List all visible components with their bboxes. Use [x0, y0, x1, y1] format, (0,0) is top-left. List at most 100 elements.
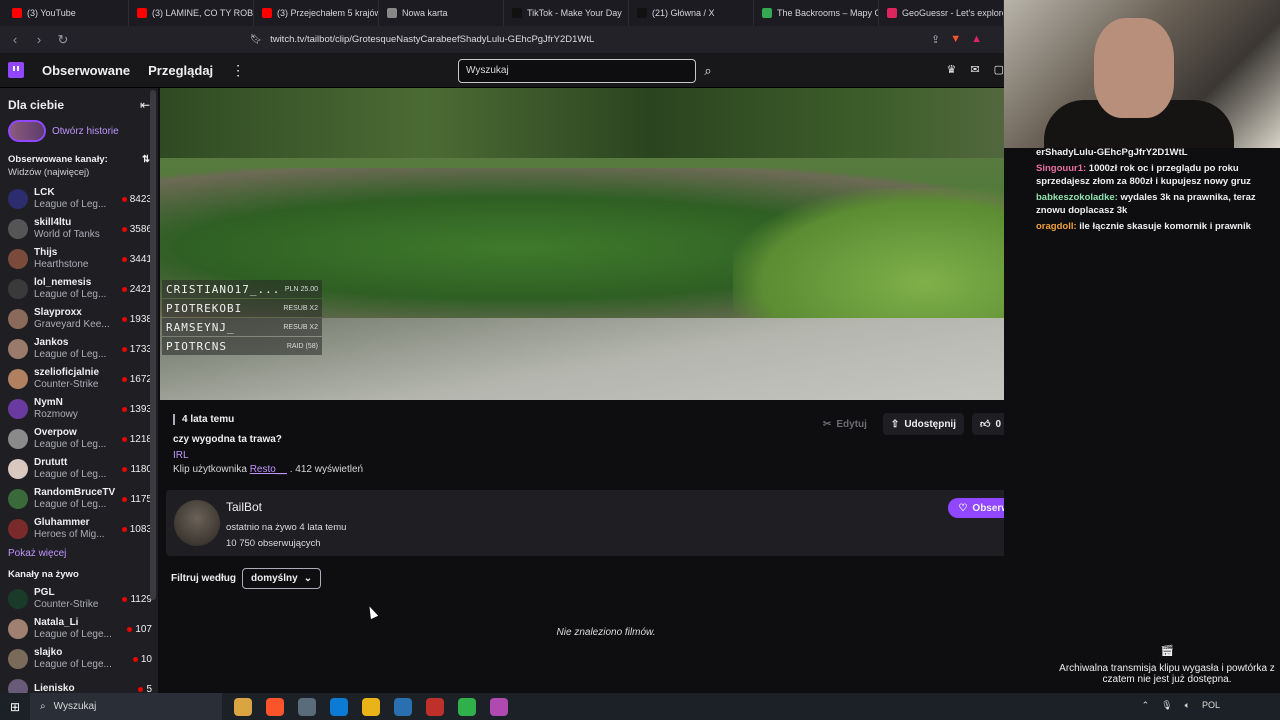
bookmark-icon[interactable]: 🔖︎	[250, 34, 262, 45]
sidebar-channel-lck[interactable]: LCK League of Leg... 8423	[0, 184, 158, 214]
url-field[interactable]: 🔖︎ twitch.tv/tailbot/clip/GrotesqueNasty…	[250, 34, 921, 45]
sidebar-channel-slajko[interactable]: slajko League of Lege... 10	[0, 644, 158, 674]
browser-tab[interactable]: GeoGuessr - Let's explore	[881, 0, 1004, 26]
archive-text: Archiwalna transmisja klipu wygasła i po…	[1059, 663, 1275, 685]
inbox-icon[interactable]: ✉	[970, 63, 979, 76]
viewer-count: 10	[140, 653, 152, 665]
collapse-sidebar-icon[interactable]: ⇤	[140, 98, 150, 112]
tab-favicon-icon	[637, 8, 647, 18]
whispers-icon[interactable]: ▢	[994, 63, 1004, 76]
live-dot-icon	[122, 496, 128, 502]
sidebar-channel-overpow[interactable]: Overpow League of Leg... 1218	[0, 424, 158, 454]
tab-label: (3) LAMINE, CO TY ROBISZ	[152, 8, 254, 18]
taskbar-app-icon[interactable]	[426, 697, 444, 716]
volume-icon[interactable]: 🔈︎	[1185, 700, 1190, 711]
sidebar-channel-randombrucetv[interactable]: RandomBruceTV League of Leg... 1175	[0, 484, 158, 514]
browser-tab[interactable]: (3) Przejechałem 5 krajów	[256, 0, 379, 26]
share-page-icon[interactable]: ⇪	[931, 33, 940, 46]
viewer-count: 2421	[129, 283, 152, 295]
clip-category-link[interactable]: IRL	[173, 450, 363, 461]
rewards-icon[interactable]: ▲	[971, 33, 982, 46]
browser-tab[interactable]: (21) Główna / X	[631, 0, 754, 26]
sidebar-channel-jankos[interactable]: Jankos League of Leg... 1733	[0, 334, 158, 364]
channel-avatar[interactable]	[174, 500, 220, 546]
brave-shield-icon[interactable]: ▼	[950, 33, 961, 46]
sort-icon[interactable]: ⇅	[142, 154, 150, 165]
prime-crown-icon[interactable]: ♛	[947, 63, 957, 76]
search-icon: ⌕	[40, 701, 46, 712]
chat-message: Singouur1: 1000zł rok oc i przeglądu po …	[1036, 162, 1280, 188]
live-dot-icon	[121, 286, 127, 292]
browser-tab[interactable]: The Backrooms – Mapy G	[756, 0, 879, 26]
taskbar-apps	[234, 697, 508, 716]
sidebar-channel-szelioficjalnie[interactable]: szelioficjalnie Counter-Strike 1672	[0, 364, 158, 394]
alert-tag: PLN 25.00	[284, 285, 318, 293]
chat-username[interactable]: Singouur1:	[1036, 163, 1086, 174]
share-button[interactable]: ⇧ Udostępnij	[882, 413, 964, 435]
webcam-overlay	[1004, 0, 1280, 148]
channel-name[interactable]: TailBot	[226, 500, 262, 514]
forward-icon[interactable]: ›	[32, 32, 46, 47]
taskbar-app-icon[interactable]	[490, 697, 508, 716]
show-more-link[interactable]: Pokaż więcej	[0, 544, 158, 567]
edit-button[interactable]: ✂ Edytuj	[815, 413, 875, 435]
browser-tab[interactable]: Nowa karta	[381, 0, 504, 26]
taskbar-search[interactable]: ⌕ Wyszukaj	[30, 693, 222, 720]
language-indicator[interactable]: POL	[1202, 700, 1220, 711]
browser-tab[interactable]: (3) YouTube	[6, 0, 129, 26]
chevron-up-icon[interactable]: ⌃	[1142, 700, 1150, 711]
taskbar-app-icon[interactable]	[234, 697, 252, 716]
channel-avatar	[8, 619, 28, 639]
sidebar-channel-gluhammer[interactable]: Gluhammer Heroes of Mig... 1083	[0, 514, 158, 544]
sidebar-scrollbar[interactable]	[150, 90, 156, 600]
chat-username[interactable]: oragdoll:	[1036, 221, 1077, 232]
browser-tab[interactable]: (3) LAMINE, CO TY ROBISZ	[131, 0, 254, 26]
taskbar-app-icon[interactable]	[266, 697, 284, 716]
channel-followers: 10 750 obserwujących	[226, 538, 321, 549]
sidebar-channel-slayproxx[interactable]: Slayproxx Graveyard Kee... 1938	[0, 304, 158, 334]
search-input[interactable]: Wyszukaj	[458, 59, 696, 83]
windows-start-icon[interactable]: ⊞	[0, 700, 30, 714]
taskbar-app-icon[interactable]	[330, 697, 348, 716]
sidebar-channel-nymn[interactable]: NymN Rozmowy 1393	[0, 394, 158, 424]
sidebar-channel-lol_nemesis[interactable]: lol_nemesis League of Leg... 2421	[0, 274, 158, 304]
reload-icon[interactable]: ↻	[56, 32, 70, 48]
back-icon[interactable]: ‹	[8, 32, 22, 47]
open-history[interactable]: Otwórz historie	[0, 116, 158, 146]
filter-select[interactable]: domyślny ⌄	[242, 568, 322, 589]
channel-avatar	[8, 489, 28, 509]
browser-tab[interactable]: TikTok - Make Your Day	[506, 0, 629, 26]
sidebar-channel-thijs[interactable]: Thijs Hearthstone 3441	[0, 244, 158, 274]
more-options-icon[interactable]: ⋮	[231, 62, 245, 79]
twitch-logo-icon[interactable]	[8, 62, 24, 78]
nav-following[interactable]: Obserwowane	[42, 63, 130, 78]
sidebar-channel-drututt[interactable]: Drututt League of Leg... 1180	[0, 454, 158, 484]
tab-label: GeoGuessr - Let's explore	[902, 8, 1004, 18]
taskbar-app-icon[interactable]	[362, 697, 380, 716]
channel-name: Natala_Li	[34, 617, 79, 628]
channel-name: lol_nemesis	[34, 277, 92, 288]
taskbar-app-icon[interactable]	[298, 697, 316, 716]
viewer-count: 1129	[130, 593, 152, 605]
channel-game: League of Lege...	[34, 629, 112, 640]
sidebar-channel-natala_li[interactable]: Natala_Li League of Lege... 107	[0, 614, 158, 644]
channel-avatar	[8, 249, 28, 269]
alert-row: RAMSEYNJ_ RESUB X2	[162, 318, 322, 336]
live-dot-icon	[121, 436, 127, 442]
clip-video-player[interactable]: CRISTIANO17_... PLN 25.00 PIOTREKOBI RESUB …	[160, 88, 1053, 400]
like-count: 0	[995, 418, 1001, 430]
search-icon[interactable]: ⌕	[698, 59, 718, 83]
microphone-icon[interactable]: 🎙︎	[1161, 700, 1172, 711]
live-dot-icon	[121, 316, 127, 322]
sidebar-channel-lienisko[interactable]: Lienisko 5	[0, 674, 158, 693]
tab-label: TikTok - Make Your Day	[527, 8, 622, 18]
taskbar-app-icon[interactable]	[394, 697, 412, 716]
taskbar-app-icon[interactable]	[458, 697, 476, 716]
sidebar-channel-skill4ltu[interactable]: skill4ltu World of Tanks 3586	[0, 214, 158, 244]
clip-author-link[interactable]: Resto__	[250, 464, 287, 475]
share-icon: ⇧	[890, 418, 900, 430]
channel-avatar	[8, 429, 28, 449]
chat-username[interactable]: babkeszokoladke:	[1036, 192, 1118, 203]
sidebar-channel-pgl[interactable]: PGL Counter-Strike 1129	[0, 584, 158, 614]
nav-browse[interactable]: Przeglądaj	[148, 63, 213, 78]
